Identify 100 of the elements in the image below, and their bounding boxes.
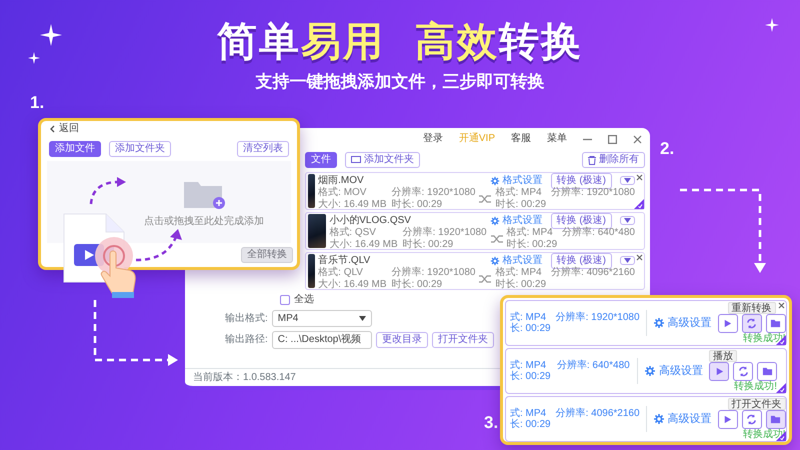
dashed-arrow bbox=[88, 176, 128, 206]
spec-text: 分辨率: 1920*1080 bbox=[402, 227, 487, 238]
field-label: 输出格式: bbox=[225, 312, 268, 324]
result-row[interactable]: 式: MP4 分辨率: 640*480 长: 00:29 高级设置 播放 转换成功! bbox=[505, 348, 787, 394]
file-name: 音乐节.QLV bbox=[318, 254, 370, 266]
sparkle-icon bbox=[28, 52, 40, 64]
file-row[interactable]: 音乐节.QLV 格式设置 转换 (极速) 格式: QLV 分辨率: 1920*1080 大小: 16.49 MB 时长: 00:29 格式: MP4 分辨率: 4096*2160 时长: 00:29 bbox=[305, 252, 645, 290]
clear-list-button[interactable]: 清空列表 bbox=[237, 141, 289, 157]
add-folder-button[interactable]: 添加文件夹 bbox=[109, 141, 171, 157]
maximize-icon bbox=[608, 134, 617, 144]
headline-text: 简单易用 bbox=[217, 20, 385, 64]
open-folder-button[interactable] bbox=[757, 362, 777, 381]
photo-placeholder bbox=[308, 174, 316, 208]
folder-icon bbox=[762, 366, 772, 377]
play-icon bbox=[722, 414, 734, 425]
sparkle-icon bbox=[40, 24, 62, 46]
format-select[interactable]: MP4 bbox=[272, 310, 372, 327]
close-icon bbox=[633, 134, 642, 144]
spec-text: 分辨率: 1920*1080 bbox=[556, 312, 640, 323]
spec-text: 格式: QSV bbox=[329, 227, 377, 238]
change-folder-button[interactable]: 更改目录 bbox=[376, 332, 428, 348]
spec-text: 格式: MP4 bbox=[495, 187, 543, 198]
reconvert-button[interactable] bbox=[742, 410, 762, 429]
refresh-icon bbox=[746, 318, 758, 329]
open-folder-button[interactable]: 打开文件夹 bbox=[432, 332, 494, 348]
photo-placeholder bbox=[308, 214, 326, 248]
subtitle-text: 支持一键拖拽添加文件，三步即可转换 bbox=[256, 72, 544, 92]
caret-down-icon bbox=[624, 258, 631, 263]
reconvert-button[interactable] bbox=[742, 314, 762, 333]
field-label: 输出路径: bbox=[225, 334, 268, 346]
dropdown-button[interactable] bbox=[620, 176, 635, 185]
drop-hint-text: 点击或拖拽至此处完成添加 bbox=[144, 216, 264, 228]
gear-icon bbox=[644, 364, 656, 377]
spec-text: 格式: MP4 bbox=[506, 227, 554, 238]
file-name: 小小的VLOG.QSV bbox=[329, 214, 411, 226]
spec-text: 分辨率: 1920*1080 bbox=[392, 187, 476, 198]
add-folder-button[interactable]: 添加文件夹 bbox=[345, 152, 420, 168]
spec-text: 长: 00:29 bbox=[510, 371, 552, 382]
step-number: 3. bbox=[484, 414, 498, 431]
spec-text: 分辨率: 4096*2160 bbox=[551, 267, 635, 278]
advanced-settings-link[interactable]: 高级设置 bbox=[652, 412, 712, 426]
gear-icon bbox=[490, 216, 500, 226]
gear-icon bbox=[490, 176, 500, 186]
play-icon bbox=[722, 318, 734, 329]
spec-text: 时长: 00:29 bbox=[402, 238, 454, 250]
shuffle-icon bbox=[490, 234, 503, 244]
photo-placeholder bbox=[308, 254, 316, 288]
path-field[interactable]: C: ...\Desktop\视频 bbox=[272, 331, 372, 348]
spec-text: 时长: 00:29 bbox=[392, 198, 444, 210]
open-folder-button[interactable] bbox=[766, 410, 786, 429]
menu-item[interactable]: 登录 bbox=[422, 133, 443, 145]
monitor-icon bbox=[351, 156, 361, 164]
refresh-icon bbox=[738, 366, 748, 377]
spec-text: 大小: 16.49 MB bbox=[329, 238, 398, 250]
spec-text: 时长: 00:29 bbox=[495, 278, 546, 290]
delete-all-button[interactable]: 删除所有 bbox=[582, 152, 645, 168]
reconvert-button[interactable] bbox=[733, 362, 753, 381]
spec-text: 长: 00:29 bbox=[510, 323, 551, 334]
file-row[interactable]: 小小的VLOG.QSV 格式设置 转换 (极速) 格式: QSV 分辨率: 1920*1080 大小: 16.49 MB 时长: 00:29 格式: MP4 分辨率: 640*480 时长: 00:29 bbox=[305, 212, 645, 250]
add-file-button[interactable]: 文件 bbox=[305, 152, 337, 168]
spec-text: 时长: 00:29 bbox=[392, 278, 444, 290]
advanced-settings-link[interactable]: 高级设置 bbox=[644, 364, 703, 378]
chevron-left-icon bbox=[49, 125, 55, 133]
dropdown-button[interactable] bbox=[620, 216, 635, 225]
gear-icon bbox=[652, 412, 665, 425]
tooltip: 播放 bbox=[709, 350, 737, 362]
spec-text: 分辨率: 1920*1080 bbox=[392, 267, 476, 278]
headline-text: 高效转换 bbox=[415, 20, 583, 64]
spec-text: 式: MP4 bbox=[510, 360, 548, 370]
folder-icon bbox=[770, 318, 782, 329]
step-number: 2. bbox=[660, 140, 674, 157]
back-link[interactable]: 返回 bbox=[59, 123, 79, 135]
open-folder-button[interactable] bbox=[766, 314, 786, 333]
add-file-button[interactable]: 添加文件 bbox=[49, 141, 101, 157]
gear-icon bbox=[490, 256, 500, 266]
dashed-arrow bbox=[134, 228, 184, 262]
dropdown-button[interactable] bbox=[620, 256, 635, 265]
tooltip: 重新转换 bbox=[728, 302, 776, 314]
refresh-icon bbox=[746, 414, 758, 425]
format-settings-link[interactable]: 格式设置 bbox=[490, 254, 543, 266]
step-number: 1. bbox=[30, 94, 44, 111]
version-text: 当前版本：1.0.583.147 bbox=[193, 372, 296, 382]
format-settings-link[interactable]: 格式设置 bbox=[490, 174, 543, 186]
play-button[interactable] bbox=[718, 410, 738, 429]
file-row[interactable]: 烟雨.MOV 格式设置 转换 (极速) 格式: MOV 分辨率: 1920*1080 大小: 16.49 MB 时长: 00:29 格式: MP4 分辨率: 1920*1080 时长: 00:29 bbox=[305, 172, 645, 210]
format-settings-link[interactable]: 格式设置 bbox=[490, 214, 543, 226]
file-name: 烟雨.MOV bbox=[318, 174, 364, 186]
menu-item[interactable]: 菜单 bbox=[547, 133, 567, 145]
menu-item[interactable]: 客服 bbox=[511, 133, 531, 145]
caret-down-icon bbox=[624, 218, 631, 223]
spec-text: 大小: 16.49 MB bbox=[318, 278, 386, 290]
advanced-settings-link[interactable]: 高级设置 bbox=[652, 316, 712, 330]
spec-text: 分辨率: 4096*2160 bbox=[556, 408, 640, 419]
play-button[interactable] bbox=[709, 362, 729, 381]
play-button[interactable] bbox=[718, 314, 738, 333]
folder-icon bbox=[770, 414, 782, 425]
spec-text: 长: 00:29 bbox=[510, 419, 551, 430]
checkbox[interactable] bbox=[280, 294, 290, 305]
tooltip: 打开文件夹 bbox=[728, 398, 786, 410]
spec-text: 时长: 00:29 bbox=[495, 198, 546, 210]
